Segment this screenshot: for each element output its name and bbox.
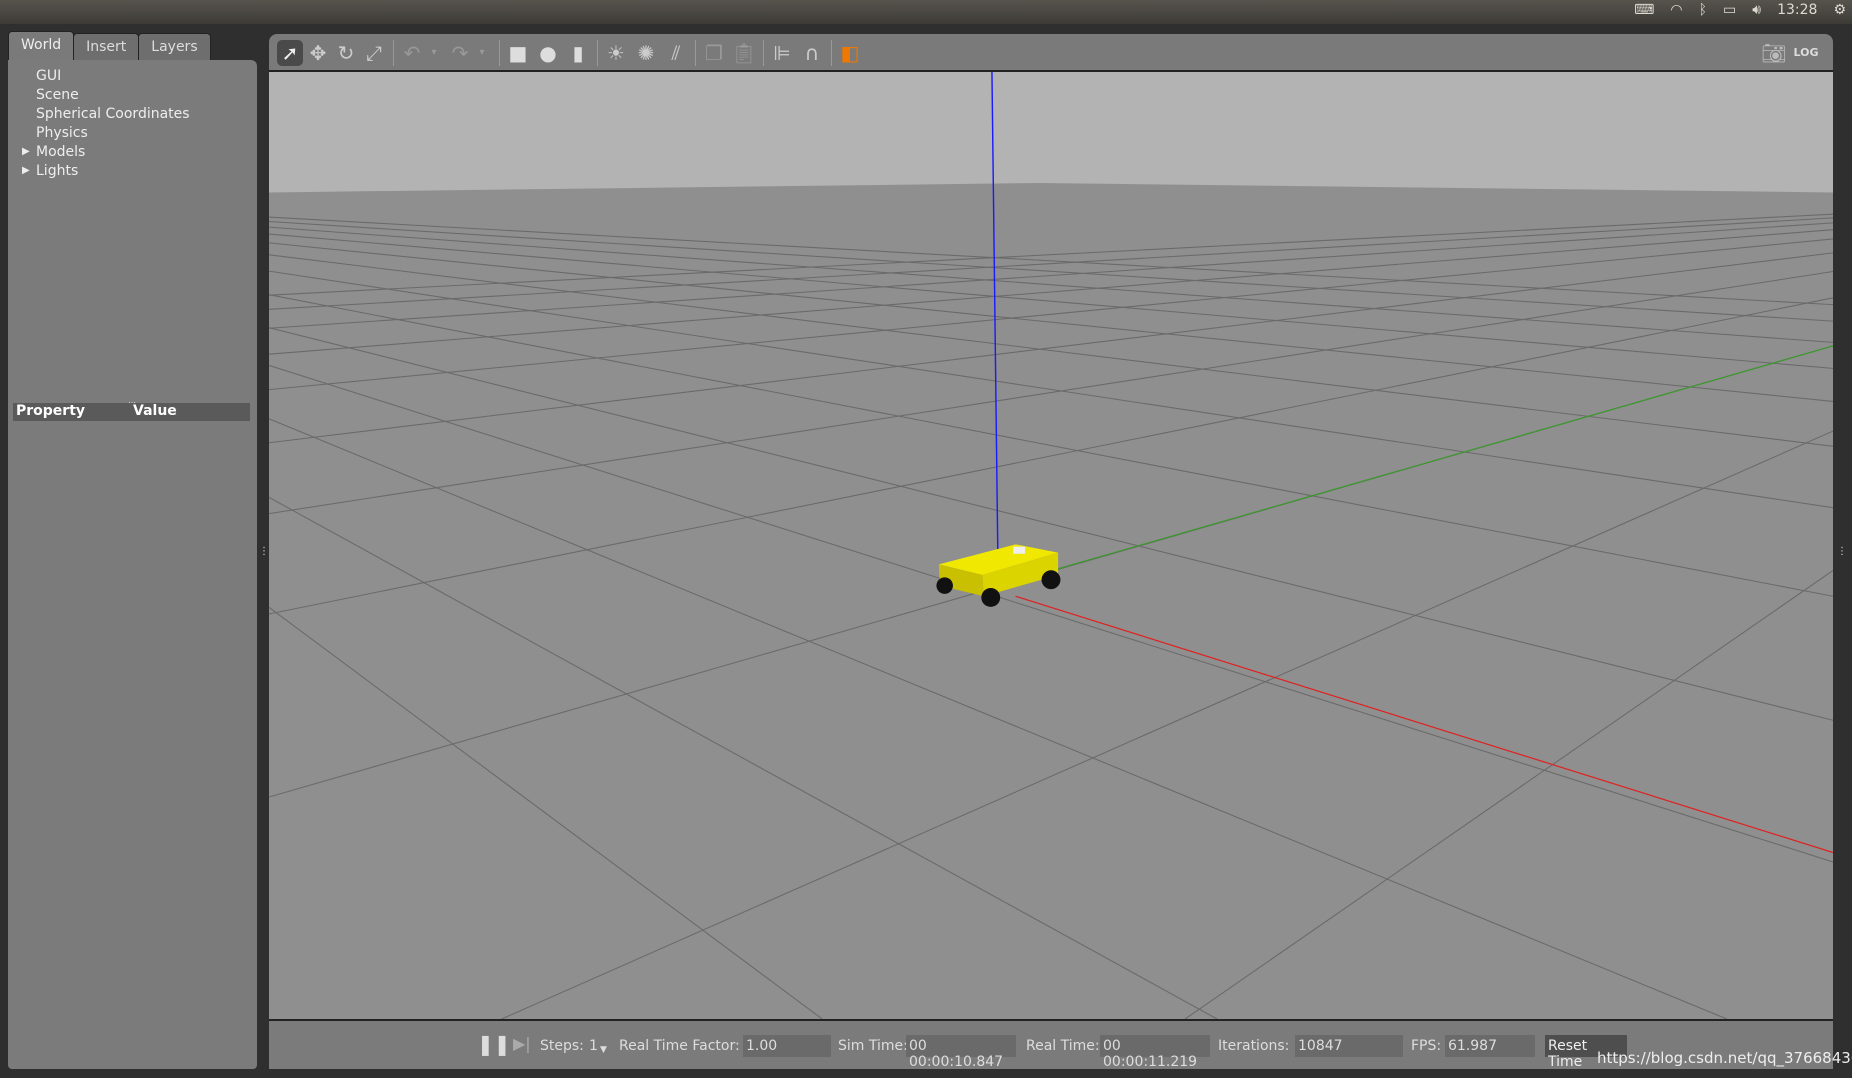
rtf-field: 1.00 <box>743 1035 831 1057</box>
expand-arrow-icon[interactable]: ▶ <box>22 165 30 176</box>
snap-magnet-icon[interactable]: ∩ <box>799 40 825 66</box>
step-icon[interactable]: ▶| <box>513 1034 531 1053</box>
tree-label: Lights <box>36 163 79 179</box>
log-icon[interactable]: LOG <box>1793 40 1819 66</box>
scene-render[interactable] <box>269 72 1833 1019</box>
column-property[interactable]: Property <box>16 403 85 419</box>
column-value[interactable]: Value <box>133 403 177 419</box>
view-angle-icon[interactable]: ◧ <box>837 40 863 66</box>
tree-item-physics[interactable]: Physics <box>36 125 88 141</box>
fps-field: 61.987 <box>1445 1035 1535 1057</box>
bluetooth-icon[interactable]: ᛒ <box>1699 2 1707 18</box>
spot-light-icon[interactable]: ✺ <box>633 40 659 66</box>
ground-plane <box>269 72 1833 1019</box>
tree-item-spherical-coordinates[interactable]: Spherical Coordinates <box>36 106 190 122</box>
tree-label: Spherical Coordinates <box>36 106 190 122</box>
tree-item-gui[interactable]: GUI <box>36 68 61 84</box>
world-panel: GUI Scene Spherical Coordinates Physics … <box>8 60 257 1069</box>
volume-icon[interactable]: 🔊︎ <box>1752 2 1761 18</box>
left-tabs: World Insert Layers <box>8 31 211 60</box>
tree-label: Models <box>36 144 86 160</box>
tree-label: Scene <box>36 87 79 103</box>
watermark: https://blog.csdn.net/qq_37668436 <box>1597 1049 1852 1067</box>
tab-layers[interactable]: Layers <box>138 33 211 60</box>
robot-wheel <box>981 588 1001 607</box>
tree-item-scene[interactable]: Scene <box>36 87 79 103</box>
sphere-icon[interactable]: ● <box>535 40 561 66</box>
tree-label: Physics <box>36 125 88 141</box>
tree-item-lights[interactable]: ▶ Lights <box>22 163 79 179</box>
property-table-header: Property Value <box>13 403 250 421</box>
wifi-icon[interactable]: ◠ <box>1670 2 1682 18</box>
translate-icon[interactable]: ✥ <box>305 40 331 66</box>
screenshot-camera-icon[interactable]: 📷︎ <box>1761 40 1787 66</box>
sim-time-label: Sim Time: <box>838 1038 908 1054</box>
toolbar: ➚ ✥ ↻ ⤢ ↶ ▾ ↷ ▾ ■ ● ▮ ☀ ✺ ⫽ ❐ 📋︎ ⊫ ∩ ◧ 📷… <box>269 34 1833 72</box>
right-panel-collapse-handle[interactable]: ⋮ <box>1837 546 1847 557</box>
cylinder-icon[interactable]: ▮ <box>565 40 591 66</box>
align-icon[interactable]: ⊫ <box>769 40 795 66</box>
robot-sensor <box>1013 546 1026 554</box>
battery-icon[interactable]: ▭ <box>1723 2 1736 18</box>
robot-wheel <box>1041 570 1061 590</box>
copy-icon[interactable]: ❐ <box>701 40 727 66</box>
real-time-field: 00 00:00:11.219 <box>1100 1035 1210 1070</box>
scale-icon[interactable]: ⤢ <box>361 40 387 66</box>
power-gear-icon[interactable]: ⚙ <box>1833 2 1846 18</box>
tree-item-models[interactable]: ▶ Models <box>22 144 86 160</box>
expand-arrow-icon[interactable]: ▶ <box>22 146 30 157</box>
box-icon[interactable]: ■ <box>505 40 531 66</box>
keyboard-icon[interactable]: ⌨ <box>1634 2 1654 18</box>
left-panel-collapse-handle[interactable]: ⋮ <box>259 546 269 557</box>
fps-label: FPS: <box>1411 1038 1442 1054</box>
clock[interactable]: 13:28 <box>1777 2 1817 18</box>
tree-label: GUI <box>36 68 62 84</box>
pause-icon[interactable]: ❚❚ <box>477 1032 511 1056</box>
point-light-icon[interactable]: ☀ <box>603 40 629 66</box>
sim-time-field: 00 00:00:10.847 <box>906 1035 1016 1070</box>
undo-dropdown-icon[interactable]: ▾ <box>421 40 447 66</box>
robot-wheel <box>936 577 953 594</box>
select-arrow-icon[interactable]: ➚ <box>277 40 303 66</box>
redo-dropdown-icon[interactable]: ▾ <box>469 40 495 66</box>
steps-label: Steps: <box>540 1038 584 1054</box>
real-time-label: Real Time: <box>1026 1038 1100 1054</box>
iterations-field: 10847 <box>1295 1035 1403 1057</box>
sky <box>269 72 1833 193</box>
directional-light-icon[interactable]: ⫽ <box>663 40 689 66</box>
system-top-bar: ⌨ ◠ ᛒ ▭ 🔊︎ 13:28 ⚙ <box>0 0 1852 24</box>
rotate-icon[interactable]: ↻ <box>333 40 359 66</box>
3d-viewport[interactable] <box>269 72 1833 1019</box>
steps-dropdown-icon[interactable]: ▼ <box>600 1045 607 1055</box>
system-tray: ⌨ ◠ ᛒ ▭ 🔊︎ 13:28 ⚙ <box>1634 2 1846 18</box>
paste-icon[interactable]: 📋︎ <box>731 40 757 66</box>
tab-insert[interactable]: Insert <box>73 33 140 60</box>
tab-world[interactable]: World <box>8 31 75 60</box>
iterations-label: Iterations: <box>1218 1038 1290 1054</box>
rtf-label: Real Time Factor: <box>619 1038 740 1054</box>
steps-value[interactable]: 1 <box>589 1038 598 1054</box>
